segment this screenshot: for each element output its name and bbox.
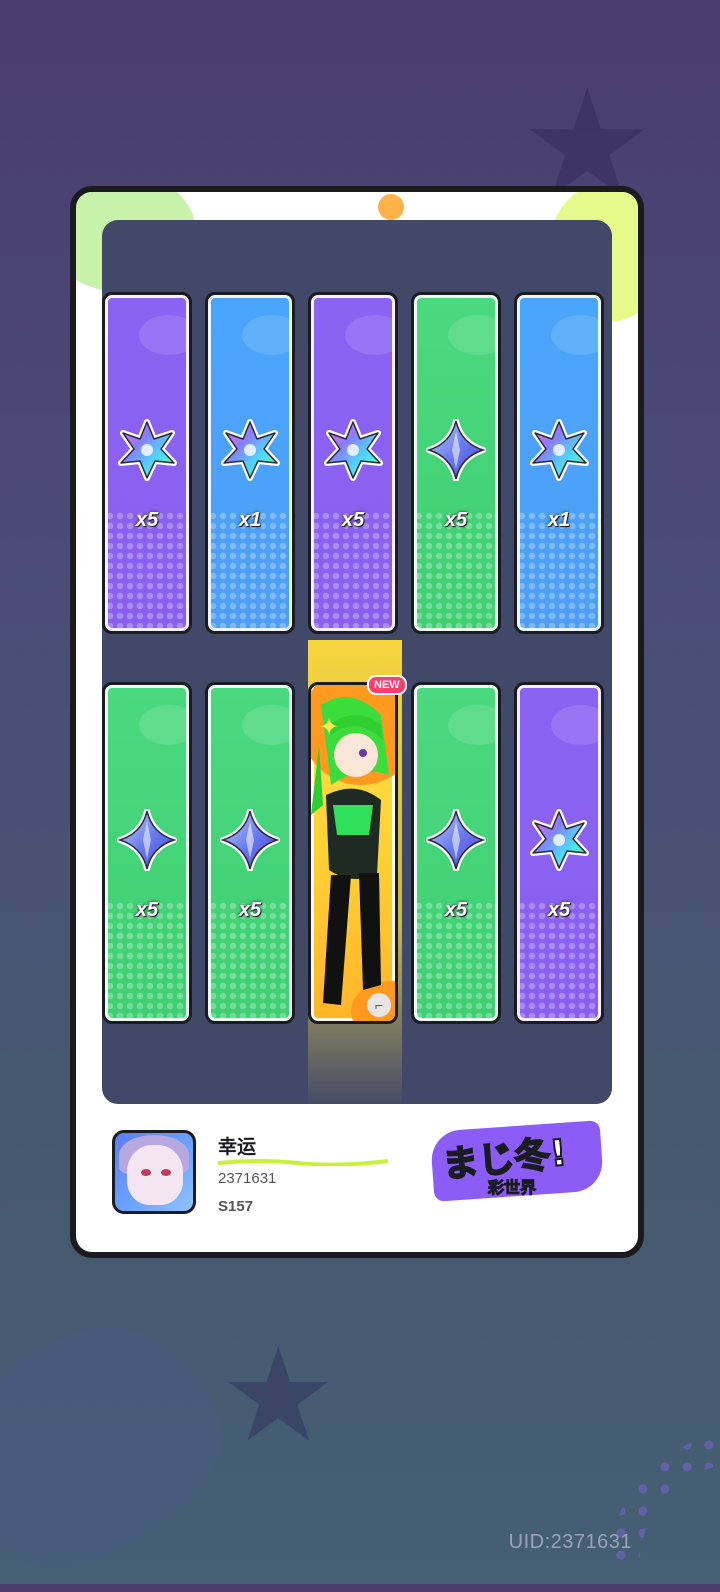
- game-logo: まじ冬! 彩世界: [429, 1112, 605, 1212]
- reward-card[interactable]: x5: [308, 292, 398, 634]
- card-blob: [139, 315, 189, 355]
- player-avatar[interactable]: [112, 1130, 196, 1214]
- reward-card[interactable]: x5: [514, 682, 604, 1024]
- reward-quantity: x5: [341, 509, 365, 531]
- blue-star-crystal-icon: [426, 809, 486, 871]
- reward-card[interactable]: x5: [205, 682, 295, 1024]
- reward-quantity: x5: [444, 899, 468, 921]
- card-blob: [242, 705, 292, 745]
- rainbow-star-crystal-icon: [324, 419, 383, 481]
- reward-quantity: x5: [238, 899, 262, 921]
- avatar-eye: [161, 1169, 171, 1176]
- background-star-bottom: ★: [220, 1319, 337, 1471]
- blue-star-crystal-icon: [426, 419, 486, 481]
- card-blob: [345, 315, 395, 355]
- reward-card[interactable]: x5: [411, 292, 501, 634]
- name-underline-swoosh: [218, 1159, 388, 1166]
- reward-quantity: x1: [547, 509, 571, 531]
- reward-quantity: x5: [444, 509, 468, 531]
- card-blob: [551, 705, 601, 745]
- new-badge: NEW: [367, 675, 407, 695]
- reward-card[interactable]: x5: [411, 682, 501, 1024]
- avatar-eye: [141, 1169, 151, 1176]
- weapon-type-icon: ⌐: [367, 993, 391, 1017]
- rainbow-star-crystal-icon: [118, 419, 177, 481]
- rainbow-star-crystal-icon: [221, 419, 280, 481]
- card-blob: [448, 705, 498, 745]
- blue-star-crystal-icon: [117, 809, 177, 871]
- player-id: 2371631: [218, 1170, 277, 1187]
- background-paint-splat: [0, 1296, 250, 1592]
- card-blob: [139, 705, 189, 745]
- logo-subtitle: 彩世界: [487, 1178, 537, 1198]
- orange-paint-dot: [378, 194, 404, 220]
- uid-label: UID:2371631: [508, 1531, 632, 1553]
- card-blob: [242, 315, 292, 355]
- reward-quantity: x1: [238, 509, 262, 531]
- rainbow-star-crystal-icon: [530, 809, 589, 871]
- card-blob: [448, 315, 498, 355]
- reward-quantity: x5: [135, 509, 159, 531]
- reward-card[interactable]: x5: [102, 682, 192, 1024]
- reward-quantity: x5: [547, 899, 571, 921]
- reward-card[interactable]: x1: [514, 292, 604, 634]
- sparkle-icon: ✦: [319, 714, 340, 741]
- player-season: S157: [218, 1198, 254, 1215]
- card-blob: [551, 315, 601, 355]
- gacha-result-frame: x5 x1 x5 x5 x1 x5 x5 ✦ ⌐ NEW x5 x5 幸运 23…: [70, 186, 644, 1258]
- rainbow-star-crystal-icon: [530, 419, 589, 481]
- reward-panel: x5 x1 x5 x5 x1 x5 x5 ✦ ⌐ NEW x5 x5: [102, 220, 612, 1104]
- avatar-face: [127, 1145, 183, 1205]
- reward-quantity: x5: [135, 899, 159, 921]
- player-name: 幸运: [218, 1137, 257, 1158]
- blue-star-crystal-icon: [220, 809, 280, 871]
- reward-card[interactable]: x5: [102, 292, 192, 634]
- background-dots: [500, 1324, 720, 1564]
- character-reward-card[interactable]: ✦ ⌐ NEW: [308, 675, 407, 1024]
- reward-card[interactable]: x1: [205, 292, 295, 634]
